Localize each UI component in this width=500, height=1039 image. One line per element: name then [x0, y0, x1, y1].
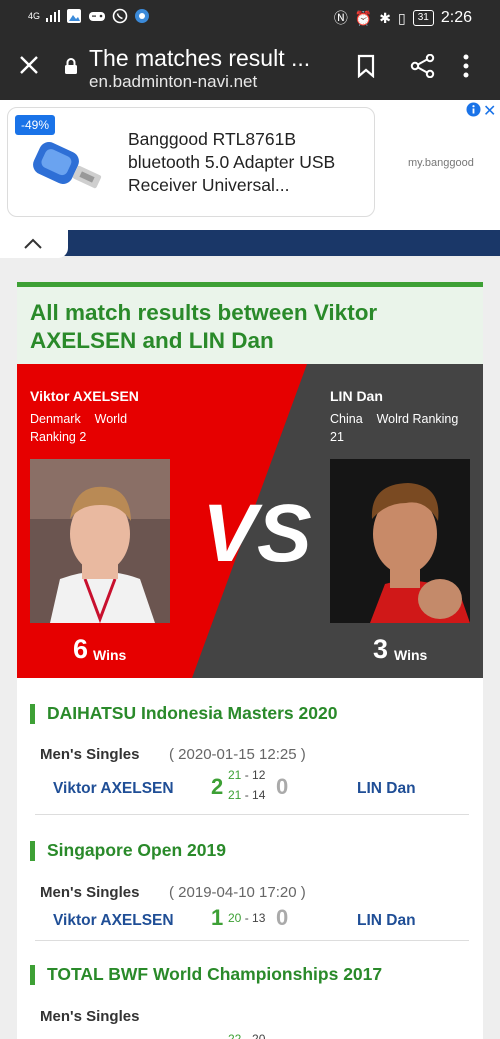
game-score: 21 - 12 — [228, 768, 266, 782]
battery-icon: 31 — [412, 10, 434, 26]
ad-card[interactable]: -49% Banggood RTL8761B bluetooth 5.0 Ada… — [7, 107, 375, 217]
player2-country: China — [330, 412, 363, 426]
player1-wins-count: 6 — [73, 634, 89, 664]
site-header-bar — [60, 230, 500, 256]
event-title[interactable]: TOTAL BWF World Championships 2017 — [47, 964, 382, 985]
browser-app-icon — [135, 9, 150, 23]
game-score: 20 - 13 — [228, 911, 266, 925]
game-score: 21 - 14 — [228, 788, 266, 802]
network-label: 4G — [28, 11, 41, 21]
player2-wins-label: Wins — [394, 647, 428, 663]
url-domain[interactable]: en.badminton-navi.net — [89, 72, 257, 92]
bluetooth-icon: ✱ — [379, 9, 392, 26]
share-icon[interactable] — [410, 54, 436, 78]
player2-meta: China Wolrd Ranking 21 — [330, 410, 470, 446]
divider — [35, 814, 469, 815]
status-left: 4G — [28, 8, 150, 24]
event-category: Men's Singles — [40, 1008, 140, 1025]
match-player2[interactable]: LIN Dan — [357, 780, 416, 798]
event-category: Men's Singles — [40, 746, 140, 763]
ad-domain[interactable]: my.banggood — [408, 157, 474, 169]
browser-toolbar: The matches result ... en.badminton-navi… — [0, 34, 500, 100]
signal-icon — [46, 10, 61, 22]
page-content: All match results between Viktor AXELSEN… — [0, 258, 500, 1039]
alarm-icon: ⏰ — [354, 9, 373, 26]
event-title[interactable]: Singapore Open 2019 — [47, 840, 226, 861]
match-date: ( 2020-01-15 12:25 ) — [169, 746, 306, 763]
bookmark-icon[interactable] — [356, 54, 376, 78]
player1-games: 2 — [211, 774, 224, 799]
match-player2[interactable]: LIN Dan — [357, 912, 416, 930]
event-marker — [30, 841, 35, 861]
page-title-browser[interactable]: The matches result ... — [89, 45, 329, 72]
player1-name[interactable]: Viktor AXELSEN — [30, 388, 139, 404]
chevron-up-icon — [24, 238, 42, 249]
player1-games: 1 — [211, 905, 224, 930]
player2-wins-count: 3 — [373, 634, 389, 664]
event-marker — [30, 704, 35, 724]
ad-text: Banggood RTL8761B bluetooth 5.0 Adapter … — [128, 129, 336, 195]
player1-country: Denmark — [30, 412, 81, 426]
event-category: Men's Singles — [40, 884, 140, 901]
vs-graphic: VS — [202, 489, 311, 569]
match-player1[interactable]: Viktor AXELSEN — [53, 912, 174, 930]
vs-text: VS — [202, 489, 311, 569]
game-score: 22 - 20 — [228, 1032, 266, 1039]
player1-wins-label: Wins — [93, 647, 127, 663]
game-controller-icon — [89, 12, 106, 21]
player2-games: 0 — [276, 905, 289, 930]
player1-meta: Denmark World Ranking 2 — [30, 410, 145, 446]
usb-adapter-image — [33, 142, 102, 189]
status-bar: 4G Ⓝ ⏰ ✱ ▯ 31 2:26 — [0, 0, 500, 34]
status-right: Ⓝ ⏰ ✱ ▯ 31 2:26 — [334, 8, 472, 28]
player2-games: 0 — [276, 774, 289, 799]
ad-info-icon[interactable] — [466, 102, 481, 117]
match-item: TOTAL BWF World Championships 2017 Men's… — [17, 940, 483, 1039]
ad-close-icon[interactable]: ✕ — [483, 101, 496, 121]
match-item: Singapore Open 2019 Men's Singles ( 2019… — [17, 816, 483, 942]
discount-badge: -49% — [15, 115, 56, 135]
page-title: All match results between Viktor AXELSEN… — [30, 300, 378, 353]
results-card: All match results between Viktor AXELSEN… — [17, 282, 483, 1039]
close-icon[interactable] — [18, 54, 40, 76]
match-player1[interactable]: Viktor AXELSEN — [53, 780, 174, 798]
nfc-icon: Ⓝ — [333, 10, 348, 26]
vibrate-icon: ▯ — [398, 9, 406, 26]
title-box: All match results between Viktor AXELSEN… — [17, 282, 483, 364]
collapse-ad-button[interactable] — [0, 230, 68, 258]
event-title[interactable]: DAIHATSU Indonesia Masters 2020 — [47, 703, 337, 724]
ad-banner[interactable]: -49% Banggood RTL8761B bluetooth 5.0 Ada… — [0, 100, 500, 230]
more-menu-icon[interactable] — [463, 54, 469, 78]
versus-panel: Viktor AXELSEN Denmark World Ranking 2 L… — [17, 364, 483, 678]
player2-photo[interactable] — [330, 459, 470, 623]
gallery-icon — [67, 9, 82, 23]
match-item: DAIHATSU Indonesia Masters 2020 Men's Si… — [17, 678, 483, 818]
lock-icon — [65, 58, 77, 74]
whatsapp-icon — [112, 8, 128, 24]
clock: 2:26 — [440, 9, 472, 26]
event-marker — [30, 965, 35, 985]
player1-photo[interactable] — [30, 459, 170, 623]
player2-name[interactable]: LIN Dan — [330, 388, 383, 404]
match-date: ( 2019-04-10 17:20 ) — [169, 884, 306, 901]
